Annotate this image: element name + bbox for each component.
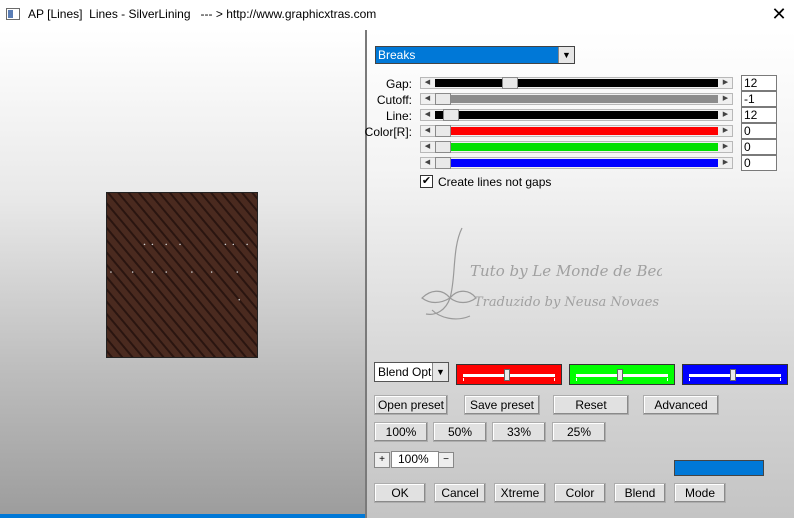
mode-button[interactable]: Mode (674, 483, 726, 503)
gap-slider[interactable]: ◀ ▶ (420, 77, 733, 89)
watermark-line1: Tuto by Le Monde de Bea (470, 262, 662, 280)
open-preset-button[interactable]: Open preset (374, 395, 448, 415)
zoom-value: 100% (391, 451, 439, 468)
green-channel-slider[interactable] (569, 364, 675, 385)
right-arrow-icon[interactable]: ▶ (719, 78, 732, 88)
advanced-button[interactable]: Advanced (643, 395, 719, 415)
color-g-track-fill (435, 143, 718, 151)
right-arrow-icon[interactable]: ▶ (719, 94, 732, 104)
taskbar-edge (0, 514, 365, 518)
reset-button[interactable]: Reset (553, 395, 629, 415)
color-b-track-fill (435, 159, 718, 167)
preset-dropdown[interactable]: Breaks ▼ (375, 46, 575, 64)
left-arrow-icon[interactable]: ◀ (421, 126, 434, 136)
color-r-label: Color[R]: (364, 125, 412, 139)
left-arrow-icon[interactable]: ◀ (421, 94, 434, 104)
cutoff-track-fill (435, 95, 718, 103)
blue-channel-slider[interactable] (682, 364, 788, 385)
line-label: Line: (385, 109, 412, 123)
blend-options-select[interactable]: Blend Options ▼ (374, 362, 449, 382)
red-channel-slider[interactable] (456, 364, 562, 385)
color-button[interactable]: Color (554, 483, 606, 503)
gap-track-fill (435, 79, 718, 87)
green-channel-thumb[interactable] (617, 369, 623, 381)
preview-image (106, 192, 258, 358)
blue-channel-thumb[interactable] (730, 369, 736, 381)
left-arrow-icon[interactable]: ◀ (421, 78, 434, 88)
watermark-line2: Traduzido by Neusa Novaes (474, 295, 659, 310)
red-channel-thumb[interactable] (504, 369, 510, 381)
color-b-thumb[interactable] (435, 157, 451, 169)
line-slider[interactable]: ◀ ▶ (420, 109, 733, 121)
blend-options-value: Blend Options (378, 365, 432, 379)
left-arrow-icon[interactable]: ◀ (421, 110, 434, 120)
color-r-value[interactable]: 0 (741, 123, 777, 139)
color-swatch[interactable] (674, 460, 764, 476)
right-arrow-icon[interactable]: ▶ (719, 126, 732, 136)
create-lines-checkbox[interactable]: ✔ (420, 175, 433, 188)
color-r-track-fill (435, 127, 718, 135)
preview-pane (0, 30, 365, 518)
color-b-value[interactable]: 0 (741, 155, 777, 171)
cutoff-thumb[interactable] (435, 93, 451, 105)
color-g-slider[interactable]: ◀ ▶ (420, 141, 733, 153)
app-icon (6, 8, 20, 20)
watermark-logo: Tuto by Le Monde de Bea Traduzido by Neu… (421, 227, 662, 320)
title-bar: AP [Lines] Lines - SilverLining --- > ht… (0, 0, 794, 30)
chevron-down-icon[interactable]: ▼ (558, 47, 574, 63)
cutoff-value[interactable]: -1 (741, 91, 777, 107)
color-g-value[interactable]: 0 (741, 139, 777, 155)
left-arrow-icon[interactable]: ◀ (421, 158, 434, 168)
zoom-50-button[interactable]: 50% (433, 422, 487, 442)
ok-button[interactable]: OK (374, 483, 426, 503)
window-title: AP [Lines] Lines - SilverLining --- > ht… (28, 7, 377, 21)
right-arrow-icon[interactable]: ▶ (719, 158, 732, 168)
zoom-25-button[interactable]: 25% (552, 422, 606, 442)
zoom-33-button[interactable]: 33% (492, 422, 546, 442)
preset-value: Breaks (378, 48, 416, 62)
color-r-thumb[interactable] (435, 125, 451, 137)
save-preset-button[interactable]: Save preset (464, 395, 540, 415)
line-value[interactable]: 12 (741, 107, 777, 123)
xtreme-button[interactable]: Xtreme (494, 483, 546, 503)
color-r-slider[interactable]: ◀ ▶ (420, 125, 733, 137)
color-g-thumb[interactable] (435, 141, 451, 153)
create-lines-label: Create lines not gaps (438, 175, 552, 189)
cutoff-slider[interactable]: ◀ ▶ (420, 93, 733, 105)
right-arrow-icon[interactable]: ▶ (719, 110, 732, 120)
color-b-slider[interactable]: ◀ ▶ (420, 157, 733, 169)
zoom-100-button[interactable]: 100% (374, 422, 428, 442)
gap-value[interactable]: 12 (741, 75, 777, 91)
line-thumb[interactable] (443, 109, 459, 121)
close-button[interactable]: ✕ (766, 2, 792, 28)
blend-button[interactable]: Blend (614, 483, 666, 503)
chevron-down-icon[interactable]: ▼ (432, 363, 448, 381)
gap-thumb[interactable] (502, 77, 518, 89)
cutoff-label: Cutoff: (376, 93, 412, 107)
right-arrow-icon[interactable]: ▶ (719, 142, 732, 152)
line-track-fill (435, 111, 718, 119)
left-arrow-icon[interactable]: ◀ (421, 142, 434, 152)
zoom-plus-button[interactable]: + (374, 452, 390, 468)
gap-label: Gap: (385, 77, 412, 91)
zoom-minus-button[interactable]: − (438, 452, 454, 468)
cancel-button[interactable]: Cancel (434, 483, 486, 503)
